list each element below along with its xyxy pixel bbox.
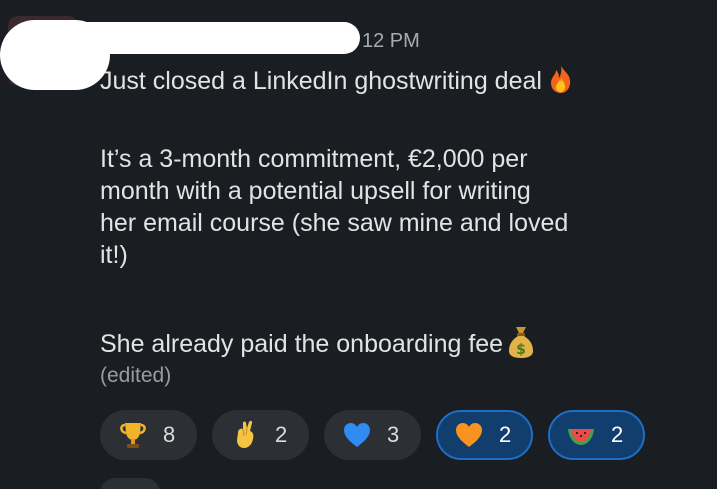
message-text: It’s a 3-month commitment, €2,000 per <box>100 145 528 173</box>
reaction-count: 2 <box>499 422 512 447</box>
reaction-watermelon[interactable]: 2 <box>548 410 645 460</box>
message-text: it!) <box>100 241 128 269</box>
crossed-fingers-icon <box>237 420 254 448</box>
reaction-count: 2 <box>611 422 624 447</box>
message-text: her email course (she saw mine and loved <box>100 209 569 237</box>
blue-heart-icon <box>344 423 370 447</box>
add-reaction-button[interactable] <box>100 478 160 489</box>
watermelon-icon <box>568 429 594 445</box>
message-line-1: Just closed a LinkedIn ghostwriting deal <box>100 64 574 97</box>
reaction-crossed-fingers[interactable]: 2 <box>212 410 309 460</box>
message-paragraph-2: It’s a 3-month commitment, €2,000 per mo… <box>100 143 568 271</box>
reaction-orange-heart[interactable]: 2 <box>436 410 533 460</box>
fire-icon <box>550 65 571 93</box>
orange-heart-icon <box>456 423 482 447</box>
reaction-count: 3 <box>387 422 400 447</box>
chat-message: 12 PM Just closed a LinkedIn ghostwritin… <box>0 0 717 489</box>
message-timestamp[interactable]: 12 PM <box>362 30 420 53</box>
reaction-trophy[interactable]: 8 <box>100 410 197 460</box>
reaction-blue-heart[interactable]: 3 <box>324 410 421 460</box>
reaction-count: 2 <box>275 422 288 447</box>
message-text: month with a potential upsell for writin… <box>100 177 531 205</box>
message-paragraph-3: She already paid the onboarding fee $ <box>100 325 535 360</box>
reaction-count: 8 <box>163 422 176 447</box>
trophy-icon <box>120 423 146 448</box>
money-bag-icon: $ <box>509 327 534 358</box>
message-text: Just closed a LinkedIn ghostwriting deal <box>100 67 542 95</box>
edited-label: (edited) <box>100 364 172 387</box>
svg-text:$: $ <box>516 342 526 358</box>
message-text: She already paid the onboarding fee <box>100 330 504 358</box>
